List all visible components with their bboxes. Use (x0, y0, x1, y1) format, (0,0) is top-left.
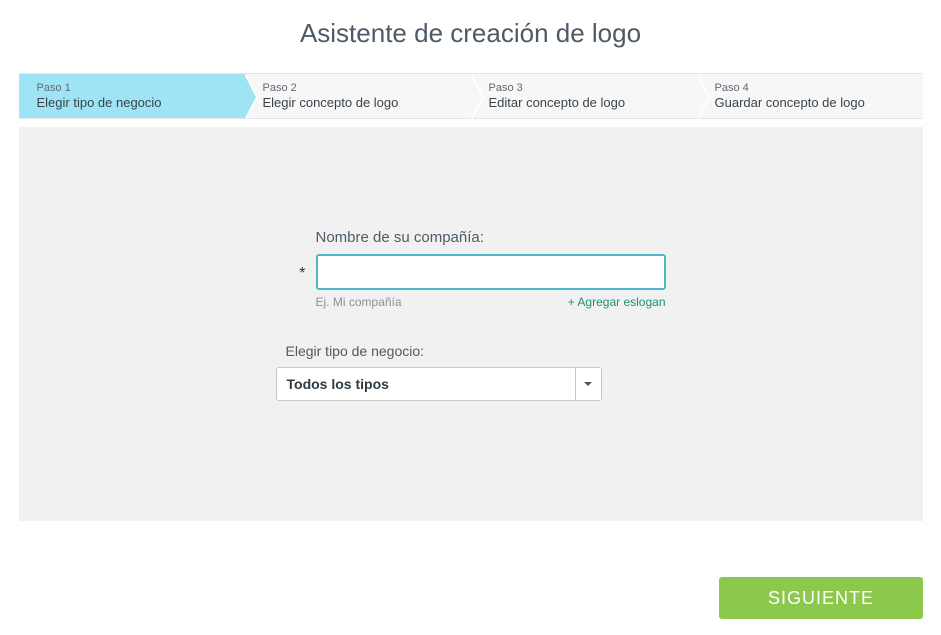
business-type-dropdown-button[interactable] (575, 368, 601, 400)
business-type-label: Elegir tipo de negocio: (276, 343, 666, 359)
step-main-label: Elegir tipo de negocio (37, 95, 233, 112)
step-main-label: Elegir concepto de logo (263, 95, 459, 112)
company-name-input[interactable] (316, 254, 666, 290)
step-small-label: Paso 4 (715, 81, 911, 95)
next-button[interactable]: SIGUIENTE (719, 577, 923, 619)
step-small-label: Paso 3 (489, 81, 685, 95)
content-panel: Nombre de su compañía: * Ej. Mi compañía… (19, 127, 923, 521)
step-1[interactable]: Paso 1 Elegir tipo de negocio (19, 74, 245, 118)
step-2[interactable]: Paso 2 Elegir concepto de logo (245, 74, 471, 118)
company-name-row: * (276, 254, 666, 290)
page-title: Asistente de creación de logo (0, 18, 941, 49)
step-small-label: Paso 1 (37, 81, 233, 95)
business-type-combo[interactable]: Todos los tipos (276, 367, 602, 401)
wizard-stepper: Paso 1 Elegir tipo de negocio Paso 2 Ele… (19, 73, 923, 119)
company-name-label: Nombre de su compañía: (276, 229, 666, 246)
add-slogan-link[interactable]: + Agregar eslogan (568, 295, 666, 309)
required-asterisk: * (276, 261, 306, 283)
form: Nombre de su compañía: * Ej. Mi compañía… (276, 229, 666, 401)
step-3[interactable]: Paso 3 Editar concepto de logo (471, 74, 697, 118)
step-main-label: Editar concepto de logo (489, 95, 685, 112)
business-type-selected[interactable]: Todos los tipos (277, 368, 575, 400)
caret-down-icon (584, 382, 592, 386)
step-small-label: Paso 2 (263, 81, 459, 95)
company-hint: Ej. Mi compañía (316, 295, 402, 309)
company-hint-row: Ej. Mi compañía + Agregar eslogan (276, 295, 666, 309)
step-4[interactable]: Paso 4 Guardar concepto de logo (697, 74, 923, 118)
step-main-label: Guardar concepto de logo (715, 95, 911, 112)
